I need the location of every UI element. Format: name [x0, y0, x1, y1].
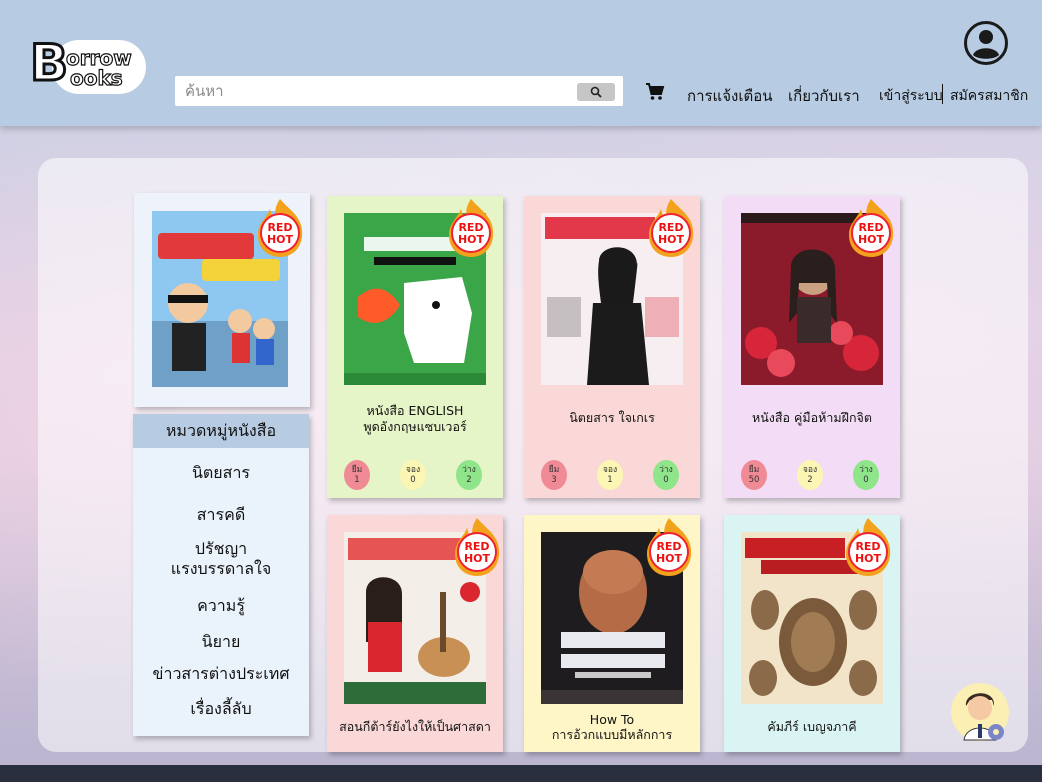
nav-register-link[interactable]: สมัครสมาชิก [950, 85, 1028, 107]
nav-notifications-link[interactable]: การแจ้งเตือน [687, 84, 772, 108]
red-hot-flame-icon: RED HOT [649, 199, 694, 257]
borrow-count-badge: ยืม 1 [344, 460, 370, 490]
book-card-english[interactable]: RED HOT หนังสือ ENGLISH พูดอังกฤษแซบเวอร… [327, 196, 503, 498]
book-title: สอนกีต้าร์ยังไงให้เป็นศาสดา [339, 719, 491, 734]
red-hot-flame-icon: RED HOT [258, 199, 303, 257]
reserve-count-badge: จอง 1 [597, 460, 623, 490]
borrow-value: 50 [748, 475, 760, 485]
book-title: คัมภีร์ เบญจภาคี [767, 719, 857, 734]
book-title: หนังสือ ENGLISH [366, 403, 464, 418]
category-item-documentary[interactable]: สารคดี [133, 505, 309, 525]
free-label: ว่าง [659, 465, 673, 475]
svg-text:HOT: HOT [458, 233, 485, 246]
featured-book-card[interactable]: RED HOT [134, 193, 310, 407]
search-bar [175, 76, 623, 106]
category-item-philosophy[interactable]: ปรัชญา [133, 539, 309, 559]
book-card-how-to[interactable]: RED HOT How To การอ้วกแบบมีหลักการ [524, 515, 700, 752]
reserve-label: จอง [802, 465, 818, 475]
svg-text:HOT: HOT [658, 233, 685, 246]
reserve-count-badge: จอง 0 [400, 460, 426, 490]
search-button[interactable] [577, 83, 615, 101]
category-item-magazine[interactable]: นิตยสาร [133, 463, 309, 483]
free-count-badge: ว่าง 0 [653, 460, 679, 490]
red-hot-flame-icon: RED HOT [846, 518, 891, 576]
free-label: ว่าง [462, 465, 476, 475]
book-card-amulet[interactable]: RED HOT คัมภีร์ เบญจภาคี [724, 515, 900, 752]
book-title: หนังสือ คู่มือห้ามฝึกจิต [752, 410, 872, 425]
red-hot-flame-icon: RED HOT [849, 199, 894, 257]
nav-about-link[interactable]: เกี่ยวกับเรา [788, 84, 860, 108]
book-card-magazine[interactable]: RED HOT นิตยสาร ใจเกเร ยืม 3 จอง 1 ว่าง … [524, 196, 700, 498]
reserve-label: จอง [602, 465, 618, 475]
book-subtitle: การอ้วกแบบมีหลักการ [551, 727, 673, 742]
borrow-label: ยืม [748, 465, 760, 475]
user-account-icon[interactable] [963, 20, 1009, 66]
borrow-label: ยืม [548, 465, 560, 475]
borrow-value: 3 [551, 475, 557, 485]
red-hot-flame-icon: RED HOT [647, 518, 692, 576]
borrow-value: 1 [354, 475, 360, 485]
nav-separator [942, 84, 943, 104]
reserve-value: 2 [807, 475, 813, 485]
svg-text:HOT: HOT [656, 552, 683, 565]
logo-text-line1: orrow [65, 46, 132, 70]
free-label: ว่าง [859, 465, 873, 475]
category-list: หมวดหมู่หนังสือ นิตยสาร สารคดี ปรัชญา แร… [133, 414, 309, 736]
borrow-count-badge: ยืม 3 [541, 460, 567, 490]
category-heading: หมวดหมู่หนังสือ [133, 414, 309, 448]
svg-text:HOT: HOT [464, 552, 491, 565]
logo-letter: B [28, 34, 69, 92]
red-hot-flame-icon: RED HOT [455, 518, 500, 576]
red-hot-flame-icon: RED HOT [449, 199, 494, 257]
top-header: B orrow ooks การแจ้งเตือน เกี่ยวกับเรา เ… [0, 0, 1042, 126]
reserve-label: จอง [405, 465, 421, 475]
category-item-mystery[interactable]: เรื่องลี้ลับ [133, 699, 309, 719]
search-input[interactable] [185, 80, 565, 102]
book-title: How To [589, 712, 635, 727]
assistant-avatar-icon[interactable] [950, 680, 1012, 746]
cart-icon[interactable] [645, 82, 665, 102]
category-item-foreign-news[interactable]: ข่าวสารต่างประเทศ [133, 664, 309, 684]
book-subtitle: พูดอังกฤษแซบเวอร์ [363, 419, 467, 434]
category-item-inspiration[interactable]: แรงบรรดาลใจ [133, 559, 309, 579]
reserve-count-badge: จอง 2 [797, 460, 823, 490]
book-card-mind-training[interactable]: RED HOT หนังสือ คู่มือห้ามฝึกจิต ยืม 50 … [724, 196, 900, 498]
search-icon [590, 86, 602, 98]
free-value: 0 [663, 475, 669, 485]
borrow-count-badge: ยืม 50 [741, 460, 767, 490]
book-card-guitar[interactable]: RED HOT สอนกีต้าร์ยังไงให้เป็นศาสดา [327, 515, 503, 752]
category-item-knowledge[interactable]: ความรู้ [133, 596, 309, 616]
background-strip [0, 765, 1042, 782]
borrow-books-logo[interactable]: B orrow ooks [28, 34, 148, 94]
svg-text:HOT: HOT [855, 552, 882, 565]
book-title: นิตยสาร ใจเกเร [569, 410, 655, 425]
nav-login-link[interactable]: เข้าสู่ระบบ [879, 85, 943, 107]
borrow-label: ยืม [351, 465, 363, 475]
category-item-novel[interactable]: นิยาย [133, 632, 309, 652]
reserve-value: 0 [410, 475, 416, 485]
reserve-value: 1 [607, 475, 613, 485]
free-value: 0 [863, 475, 869, 485]
svg-text:HOT: HOT [858, 233, 885, 246]
free-value: 2 [466, 475, 472, 485]
free-count-badge: ว่าง 0 [853, 460, 879, 490]
gear-icon [988, 724, 1004, 740]
free-count-badge: ว่าง 2 [456, 460, 482, 490]
logo-text-line2: ooks [69, 66, 123, 90]
svg-text:HOT: HOT [267, 233, 294, 246]
